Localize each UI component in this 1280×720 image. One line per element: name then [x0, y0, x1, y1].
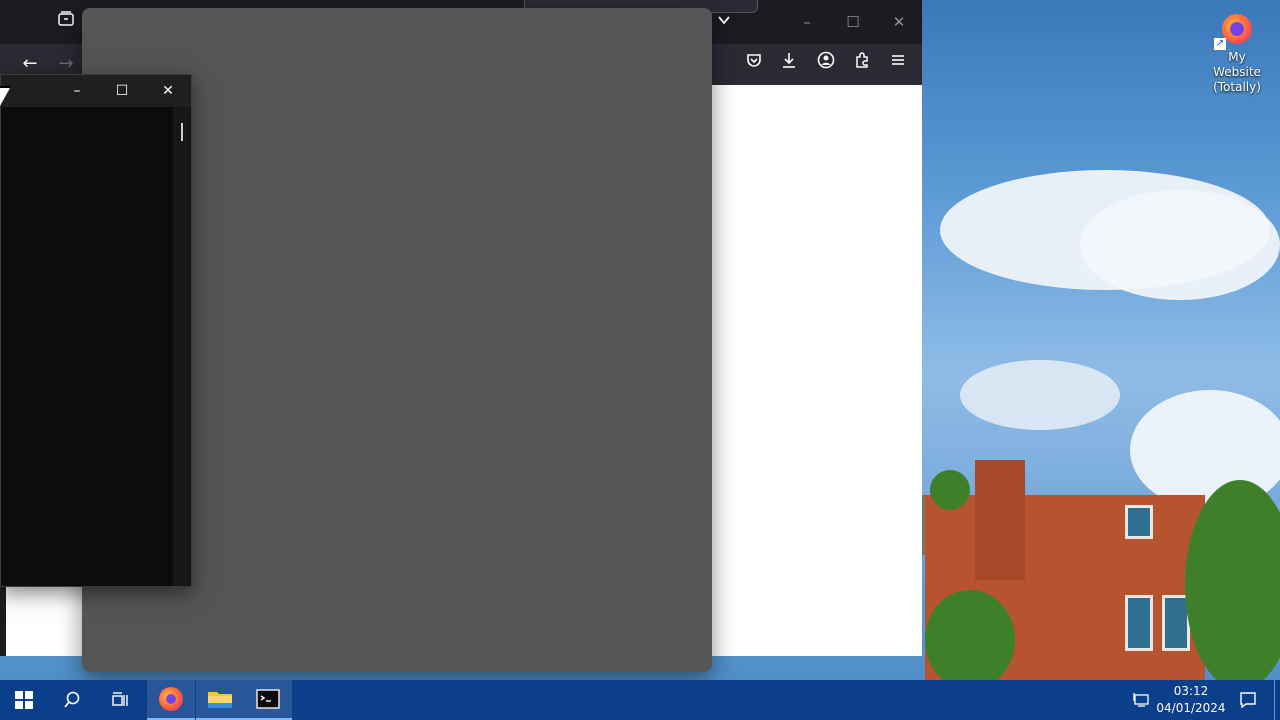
- terminal-scrollbar[interactable]: [173, 107, 191, 586]
- search-icon: [64, 691, 80, 708]
- browser-minimize-button[interactable]: –: [792, 8, 822, 36]
- chimney: [975, 460, 1025, 580]
- browser-maximize-button[interactable]: ☐: [838, 8, 868, 36]
- clock-time: 03:12: [1173, 684, 1209, 698]
- mouse-cursor-icon: [0, 88, 10, 106]
- desktop-icon-label: My Website (Totally): [1213, 50, 1261, 94]
- taskbar: [0, 680, 1280, 720]
- file-explorer-taskbar-button[interactable]: [196, 680, 244, 720]
- terminal-titlebar[interactable]: – ☐ ✕: [1, 75, 191, 107]
- extensions-icon[interactable]: [847, 49, 877, 79]
- browser-close-button[interactable]: ✕: [884, 8, 914, 36]
- tab-overview-icon[interactable]: [51, 8, 81, 38]
- cloud: [1080, 190, 1280, 300]
- account-icon[interactable]: [811, 49, 841, 79]
- terminal-close-button[interactable]: ✕: [145, 75, 191, 107]
- show-desktop-divider[interactable]: [1274, 680, 1275, 720]
- windows-logo-icon: [15, 691, 33, 709]
- network-icon: [1133, 693, 1149, 707]
- tree: [930, 470, 970, 510]
- tree: [925, 590, 1015, 680]
- house-window: [1125, 595, 1153, 651]
- cloud: [960, 360, 1120, 430]
- firefox-taskbar-button[interactable]: [147, 680, 195, 720]
- menu-icon[interactable]: [883, 49, 913, 79]
- firefox-icon: [159, 687, 183, 711]
- download-icon[interactable]: [774, 49, 804, 79]
- search-button[interactable]: [48, 680, 96, 720]
- house-window: [1125, 505, 1153, 539]
- notification-center-button[interactable]: [1228, 680, 1268, 720]
- task-view-button[interactable]: [96, 680, 144, 720]
- firefox-shortcut-icon: ↗: [1214, 10, 1254, 50]
- terminal-taskbar-button[interactable]: [244, 680, 292, 720]
- terminal-maximize-button[interactable]: ☐: [99, 75, 145, 107]
- shortcut-arrow-icon: ↗: [1214, 38, 1226, 50]
- desktop-shortcut-my-website[interactable]: ↗ My Website (Totally): [1204, 10, 1270, 95]
- clock-date: 04/01/2024: [1156, 701, 1226, 715]
- task-view-icon: [112, 692, 128, 706]
- notification-icon: [1240, 692, 1256, 709]
- tray-clock[interactable]: 03:12 04/01/2024: [1154, 683, 1228, 717]
- start-button[interactable]: [0, 680, 48, 720]
- pocket-icon[interactable]: [739, 49, 769, 79]
- folder-icon: [208, 692, 232, 708]
- terminal-minimize-button[interactable]: –: [54, 75, 100, 107]
- terminal-icon: [256, 689, 280, 709]
- terminal-window[interactable]: – ☐ ✕: [0, 74, 192, 587]
- scrollbar-thumb[interactable]: [181, 123, 183, 141]
